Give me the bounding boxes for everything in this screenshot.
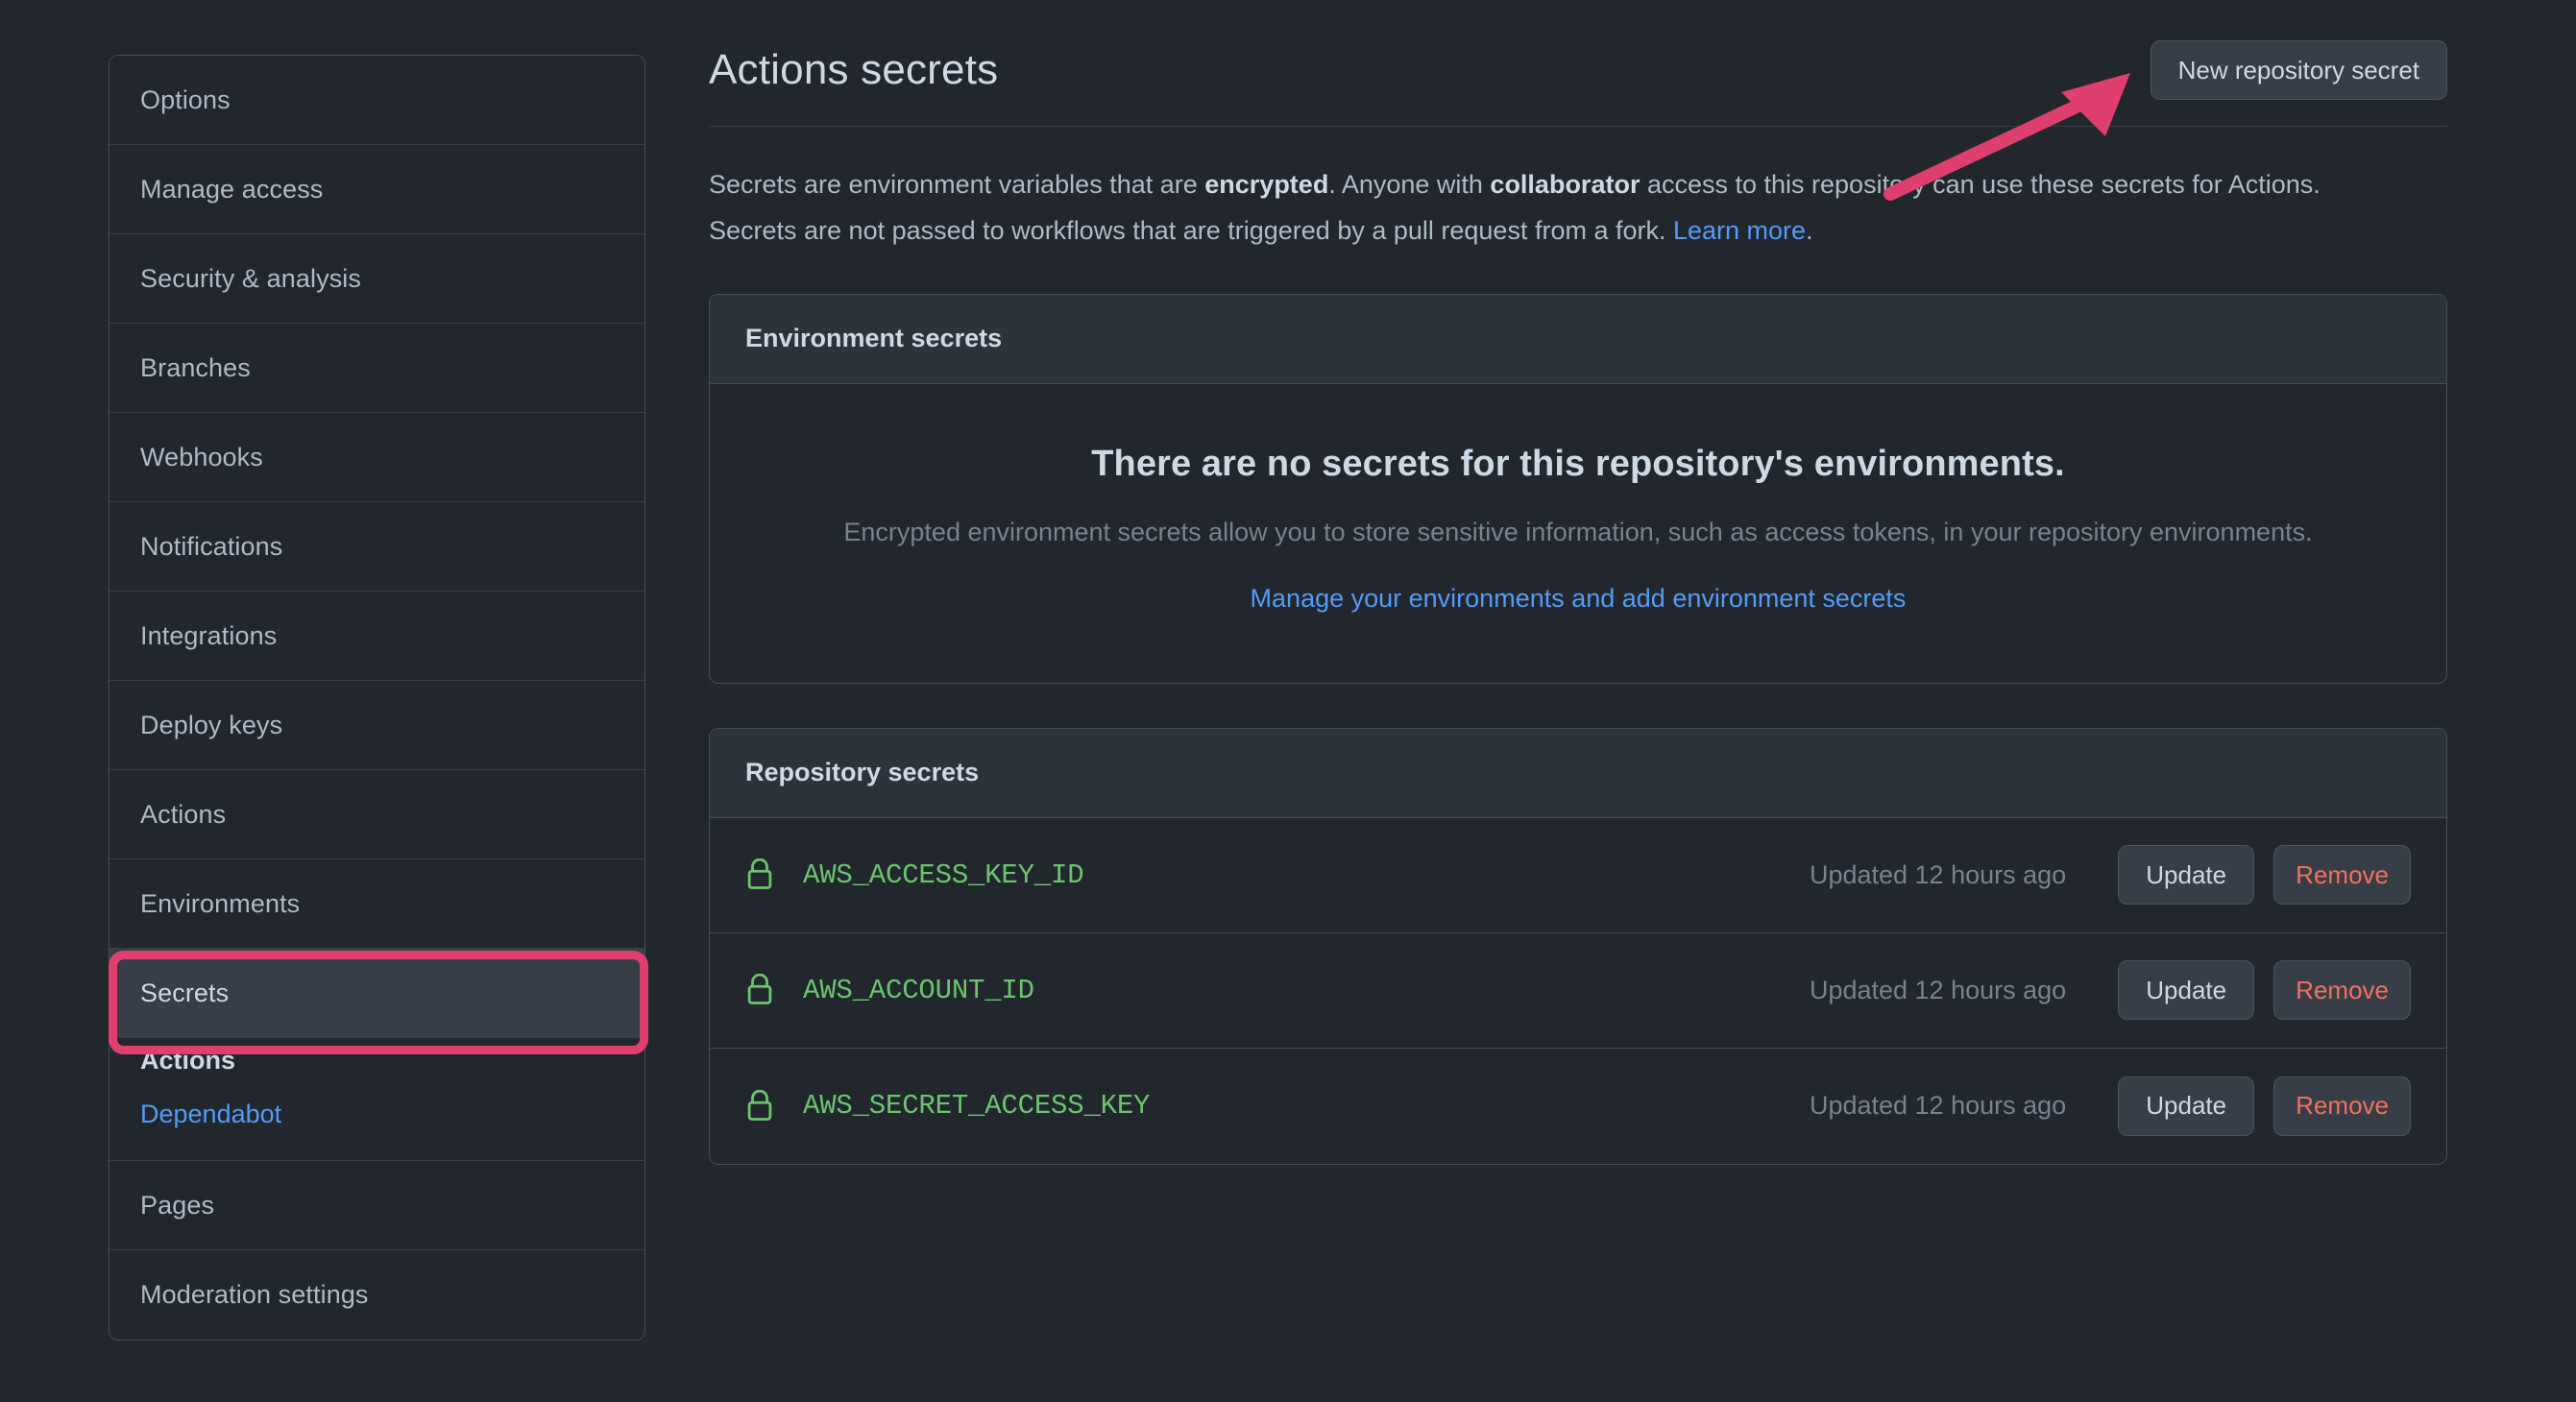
desc-text: . [1806,216,1813,245]
sidebar-item-label: Integrations [140,621,277,651]
repository-secrets-panel: Repository secrets AWS_ACCESS_KEY_ID Upd… [709,728,2447,1165]
sidebar-item-secrets[interactable]: Secrets [109,949,644,1038]
lock-icon [745,974,774,1006]
lock-icon [745,858,774,891]
secret-name: AWS_SECRET_ACCESS_KEY [803,1090,1810,1122]
sidebar-item-label: Deploy keys [140,711,282,740]
sidebar-item-moderation-settings[interactable]: Moderation settings [109,1250,644,1340]
update-secret-button[interactable]: Update [2118,845,2254,905]
desc-text: . Anyone with [1328,170,1490,199]
learn-more-link[interactable]: Learn more [1673,216,1806,245]
remove-secret-button[interactable]: Remove [2273,960,2411,1020]
page-header: Actions secrets New repository secret [709,38,2447,127]
secret-name: AWS_ACCOUNT_ID [803,975,1810,1006]
sidebar-subitem-dependabot[interactable]: Dependabot [109,1101,644,1127]
update-secret-button[interactable]: Update [2118,960,2254,1020]
desc-text: Secrets are not passed to workflows that… [709,216,1673,245]
table-row: AWS_SECRET_ACCESS_KEY Updated 12 hours a… [710,1049,2446,1164]
sidebar-item-integrations[interactable]: Integrations [109,592,644,681]
sidebar-item-branches[interactable]: Branches [109,324,644,413]
secret-updated-timestamp: Updated 12 hours ago [1810,1091,2066,1121]
sidebar-item-actions[interactable]: Actions [109,770,644,859]
sidebar-item-label: Environments [140,889,300,919]
table-row: AWS_ACCOUNT_ID Updated 12 hours ago Upda… [710,933,2446,1049]
settings-sidebar: Options Manage access Security & analysi… [109,55,645,1341]
table-row: AWS_ACCESS_KEY_ID Updated 12 hours ago U… [710,818,2446,933]
sidebar-item-label: Pages [140,1191,214,1221]
empty-state-title: There are no secrets for this repository… [748,444,2408,485]
sidebar-item-security-analysis[interactable]: Security & analysis [109,234,644,324]
repository-secrets-panel-header: Repository secrets [710,729,2446,818]
desc-bold-collaborator: collaborator [1490,170,1640,199]
sidebar-subitem-actions[interactable]: Actions [109,1038,644,1101]
main-content: Actions secrets New repository secret Se… [709,38,2447,1165]
new-repository-secret-button[interactable]: New repository secret [2151,40,2447,100]
panel-title: Environment secrets [745,324,1002,353]
panel-title: Repository secrets [745,758,979,787]
secret-name: AWS_ACCESS_KEY_ID [803,859,1810,891]
sidebar-item-label: Branches [140,353,251,383]
page-title: Actions secrets [709,46,998,94]
empty-state-subtitle: Encrypted environment secrets allow you … [748,518,2408,547]
secrets-description-line-2: Secrets are not passed to workflows that… [709,213,2447,249]
sidebar-item-label: Security & analysis [140,264,361,294]
sidebar-item-label: Secrets [140,979,229,1008]
manage-environments-link[interactable]: Manage your environments and add environ… [1251,584,1907,614]
sidebar-item-label: Moderation settings [140,1280,369,1310]
sidebar-item-pages[interactable]: Pages [109,1161,644,1250]
lock-icon [745,1090,774,1123]
sidebar-secrets-subnav: Actions Dependabot [109,1038,644,1161]
desc-text: Secrets are environment variables that a… [709,170,1204,199]
sidebar-item-label: Webhooks [140,443,263,472]
update-secret-button[interactable]: Update [2118,1076,2254,1136]
remove-secret-button[interactable]: Remove [2273,1076,2411,1136]
sidebar-item-notifications[interactable]: Notifications [109,502,644,592]
sidebar-item-options[interactable]: Options [109,56,644,145]
environment-secrets-panel: Environment secrets There are no secrets… [709,294,2447,684]
environment-secrets-empty-state: There are no secrets for this repository… [710,384,2446,683]
sidebar-item-label: Options [140,85,231,115]
sidebar-item-deploy-keys[interactable]: Deploy keys [109,681,644,770]
settings-page: Options Manage access Security & analysi… [0,0,2576,1402]
secret-updated-timestamp: Updated 12 hours ago [1810,976,2066,1005]
sidebar-item-label: Manage access [140,175,323,205]
remove-secret-button[interactable]: Remove [2273,845,2411,905]
sidebar-item-environments[interactable]: Environments [109,859,644,949]
desc-bold-encrypted: encrypted [1204,170,1328,199]
secret-updated-timestamp: Updated 12 hours ago [1810,860,2066,890]
secrets-description-line-1: Secrets are environment variables that a… [709,167,2447,203]
sidebar-item-label: Actions [140,800,226,830]
sidebar-item-webhooks[interactable]: Webhooks [109,413,644,502]
environment-secrets-panel-header: Environment secrets [710,295,2446,384]
desc-text: access to this repository can use these … [1640,170,2320,199]
sidebar-item-label: Notifications [140,532,282,562]
sidebar-item-manage-access[interactable]: Manage access [109,145,644,234]
